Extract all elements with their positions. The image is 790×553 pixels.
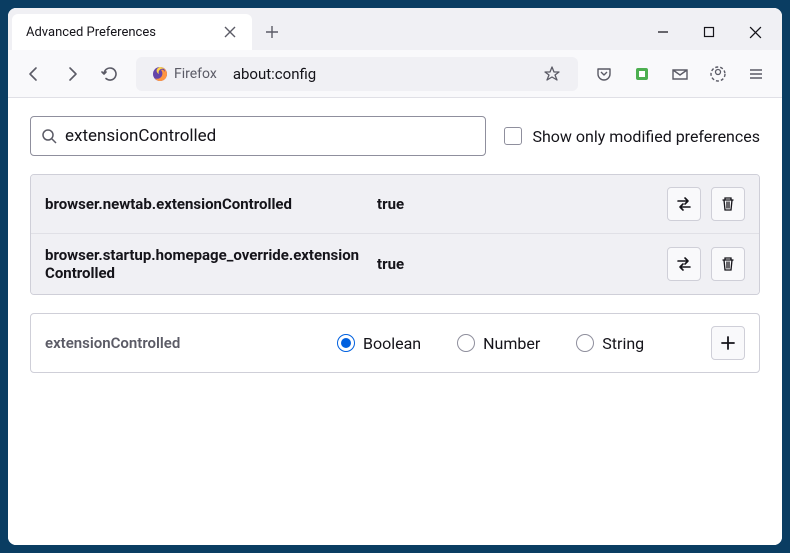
search-icon [41,128,57,144]
toggle-button[interactable] [667,187,701,221]
show-modified-checkbox[interactable]: Show only modified preferences [504,127,760,146]
titlebar: Advanced Preferences [8,8,782,50]
pref-value: true [377,195,655,213]
pocket-icon[interactable] [586,56,622,92]
radio-icon [576,334,594,352]
page-content: Show only modified preferences browser.n… [8,98,782,545]
bookmark-star-icon[interactable] [534,56,570,92]
plus-icon [720,335,736,351]
close-tab-icon[interactable] [218,20,242,44]
radio-label: Boolean [363,334,421,353]
pref-row: browser.startup.homepage_override.extens… [31,234,759,294]
search-row: Show only modified preferences [8,98,782,174]
minimize-button[interactable] [640,14,686,50]
nav-toolbar: Firefox [8,50,782,98]
radio-number[interactable]: Number [457,334,540,353]
pref-row: browser.newtab.extensionControlled true [31,175,759,234]
trash-icon [720,196,736,212]
add-pref-name: extensionControlled [45,334,325,352]
trash-icon [720,256,736,272]
back-button[interactable] [16,56,52,92]
radio-icon [457,334,475,352]
radio-boolean[interactable]: Boolean [337,334,421,353]
toggle-icon [675,255,693,273]
toggle-icon [675,195,693,213]
maximize-button[interactable] [686,14,732,50]
add-button[interactable] [711,326,745,360]
url-bar[interactable]: Firefox [136,57,578,91]
account-icon[interactable] [700,56,736,92]
browser-window: Advanced Preferences [8,8,782,545]
toggle-button[interactable] [667,247,701,281]
add-pref-row: extensionControlled Boolean Number Strin… [31,314,759,372]
delete-button[interactable] [711,187,745,221]
pref-name: browser.newtab.extensionControlled [45,195,365,213]
browser-tab[interactable]: Advanced Preferences [12,14,252,50]
extension-icon[interactable] [624,56,660,92]
forward-button[interactable] [54,56,90,92]
type-radios: Boolean Number String [337,334,699,353]
radio-label: String [602,334,644,353]
identity-label: Firefox [174,66,217,82]
checkbox-label: Show only modified preferences [532,127,760,146]
menu-button[interactable] [738,56,774,92]
identity-box[interactable]: Firefox [144,64,225,84]
radio-string[interactable]: String [576,334,644,353]
firefox-icon [152,66,168,82]
radio-label: Number [483,334,540,353]
add-pref-section: extensionControlled Boolean Number Strin… [30,313,760,373]
radio-icon [337,334,355,352]
pref-name: browser.startup.homepage_override.extens… [45,246,365,282]
reload-button[interactable] [92,56,128,92]
search-input[interactable] [65,126,475,146]
checkbox-icon [504,127,522,145]
tab-title: Advanced Preferences [26,25,210,40]
new-tab-button[interactable] [256,16,288,48]
pref-value: true [377,255,655,273]
search-box[interactable] [30,116,486,156]
preferences-list: browser.newtab.extensionControlled true … [30,174,760,295]
close-window-button[interactable] [732,14,778,50]
url-input[interactable] [233,65,526,83]
mail-icon[interactable] [662,56,698,92]
delete-button[interactable] [711,247,745,281]
